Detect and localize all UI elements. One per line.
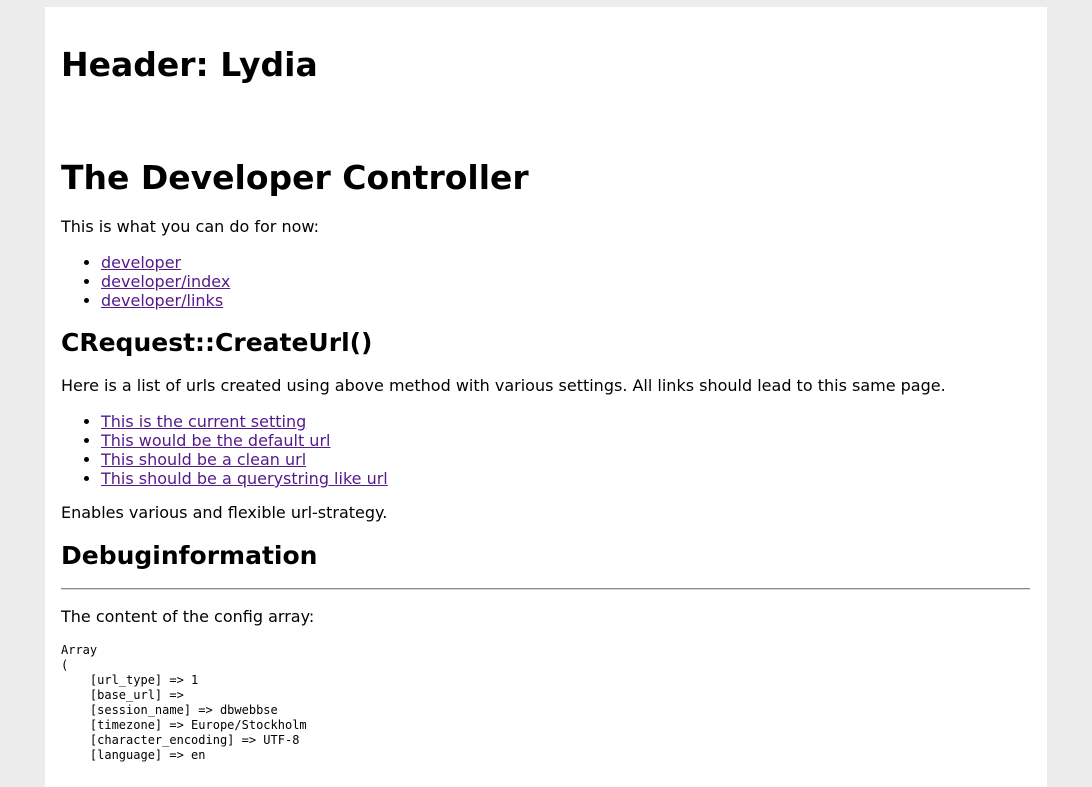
link-developer[interactable]: developer — [101, 253, 181, 272]
list-item: developer/links — [101, 291, 230, 310]
list-item: developer/index — [101, 272, 230, 291]
developer-links-list: developer developer/index developer/link… — [61, 253, 230, 310]
link-querystring-url[interactable]: This should be a querystring like url — [101, 469, 388, 488]
list-item: This should be a clean url — [101, 450, 388, 469]
url-links-list: This is the current setting This would b… — [61, 412, 388, 488]
site-header: Header: Lydia — [61, 45, 318, 84]
intro-text: This is what you can do for now: — [61, 217, 319, 236]
page-container: Header: Lydia The Developer Controller T… — [45, 7, 1047, 787]
list-item: This is the current setting — [101, 412, 388, 431]
link-clean-url[interactable]: This should be a clean url — [101, 450, 306, 469]
link-developer-index[interactable]: developer/index — [101, 272, 230, 291]
divider — [61, 588, 1030, 590]
debug-heading: Debuginformation — [61, 541, 318, 570]
createurl-description: Here is a list of urls created using abo… — [61, 376, 946, 395]
link-current-setting[interactable]: This is the current setting — [101, 412, 306, 431]
link-developer-links[interactable]: developer/links — [101, 291, 223, 310]
config-label: The content of the config array: — [61, 607, 315, 626]
page-title: The Developer Controller — [61, 158, 529, 197]
config-dump: Array ( [url_type] => 1 [base_url] => [s… — [61, 643, 307, 762]
list-item: This would be the default url — [101, 431, 388, 450]
list-item: This should be a querystring like url — [101, 469, 388, 488]
createurl-heading: CRequest::CreateUrl() — [61, 328, 373, 357]
list-item: developer — [101, 253, 230, 272]
url-strategy-text: Enables various and flexible url-strateg… — [61, 503, 388, 522]
link-default-url[interactable]: This would be the default url — [101, 431, 330, 450]
